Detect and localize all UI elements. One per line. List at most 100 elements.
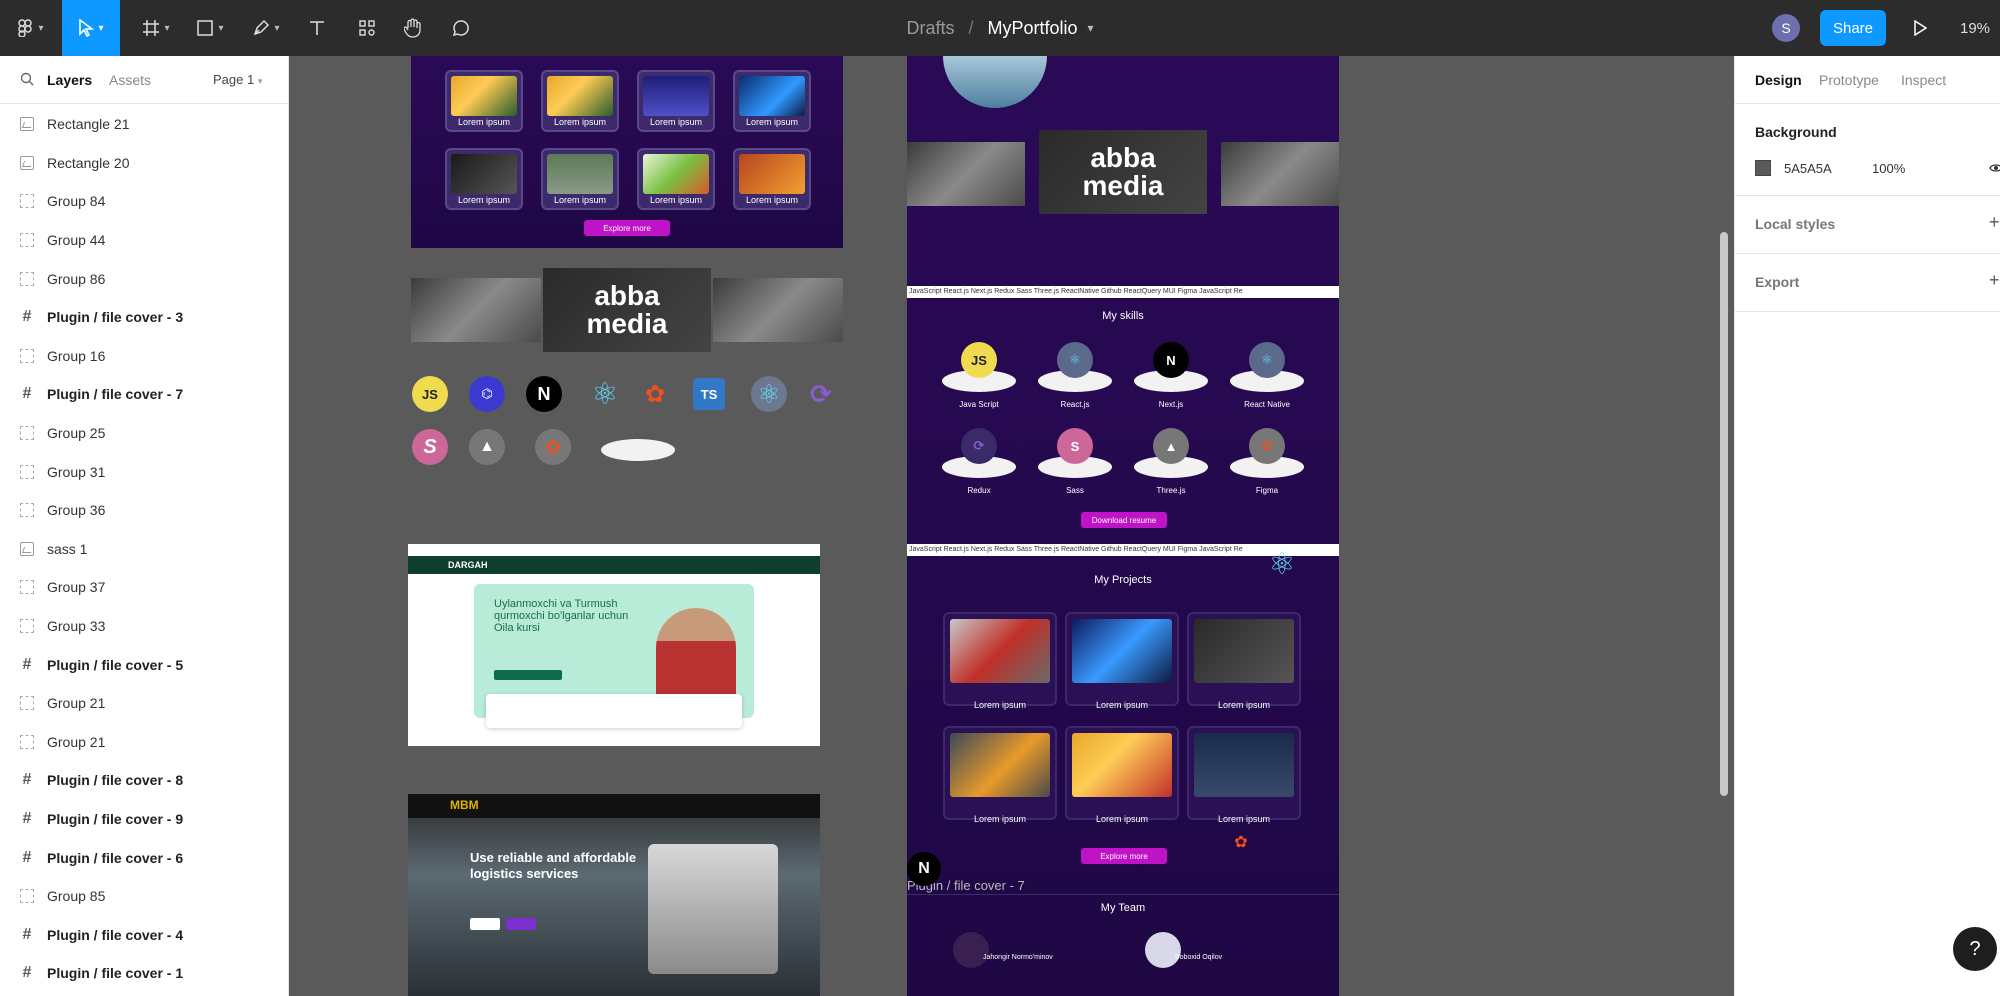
pen-tool-button[interactable]: ▾ — [244, 0, 288, 56]
hand-tool-button[interactable] — [396, 0, 430, 56]
mbm-secondary-button[interactable] — [506, 918, 536, 930]
zoom-level[interactable]: 19% — [1960, 0, 1990, 56]
figma-icon[interactable]: ✿ — [535, 429, 571, 465]
project-image — [950, 733, 1050, 797]
main-menu-button[interactable]: ▾ — [10, 0, 50, 56]
react-native-icon[interactable]: ⚛ — [751, 376, 787, 412]
truck-image — [648, 844, 778, 974]
abba-logo-text: media — [586, 308, 668, 339]
mbm-primary-button[interactable] — [470, 918, 500, 930]
project-thumb[interactable]: Lorem ipsum — [445, 148, 523, 210]
react-icon[interactable]: ⚛ — [587, 376, 623, 412]
design-canvas[interactable]: Lorem ipsum Lorem ipsum Lorem ipsum Lore… — [289, 56, 1734, 996]
project-thumb[interactable]: Lorem ipsum — [637, 70, 715, 132]
canvas-scrollbar[interactable] — [1720, 232, 1728, 796]
share-button[interactable]: Share — [1820, 10, 1886, 46]
move-tool-button[interactable]: ▾ — [62, 0, 120, 56]
eye-icon[interactable] — [1989, 162, 2000, 174]
layer-row[interactable]: # Plugin / file cover - 8 — [0, 761, 288, 800]
background-swatch[interactable] — [1755, 160, 1771, 176]
shape-tool-button[interactable]: ▾ — [188, 0, 232, 56]
nextjs-icon[interactable]: N — [526, 376, 562, 412]
layer-row[interactable]: Group 36 — [0, 491, 288, 530]
tab-layers[interactable]: Layers — [47, 72, 92, 88]
download-resume-button[interactable]: Download resume — [1081, 512, 1167, 528]
tab-assets[interactable]: Assets — [109, 72, 151, 88]
layer-row[interactable]: Group 37 — [0, 568, 288, 607]
abba-logo-text: abba — [1090, 142, 1156, 173]
layer-row[interactable]: Group 84 — [0, 182, 288, 221]
text-tool-button[interactable] — [300, 0, 334, 56]
project-card[interactable] — [943, 612, 1057, 706]
layer-row[interactable]: # Plugin / file cover - 9 — [0, 800, 288, 839]
layer-row[interactable]: Group 44 — [0, 221, 288, 260]
project-card[interactable] — [1187, 726, 1301, 820]
layer-row[interactable]: # Plugin / file cover - 6 — [0, 838, 288, 877]
background-opacity-input[interactable]: 100% — [1872, 161, 1905, 176]
layer-row[interactable]: Group 85 — [0, 877, 288, 916]
layer-row[interactable]: Group 21 — [0, 684, 288, 723]
artboard-projects-grid[interactable]: Lorem ipsum Lorem ipsum Lorem ipsum Lore… — [411, 56, 843, 248]
pedestal-shape[interactable] — [601, 439, 675, 461]
layer-row[interactable]: Group 31 — [0, 452, 288, 491]
explore-more-button[interactable]: Explore more — [1081, 848, 1167, 864]
help-button[interactable]: ? — [1953, 927, 1997, 971]
layer-row[interactable]: Group 16 — [0, 337, 288, 376]
javascript-icon[interactable]: JS — [412, 376, 448, 412]
frame-tool-button[interactable]: ▾ — [134, 0, 178, 56]
artboard-dargah[interactable]: DARGAH Uylanmoxchi va Turmush qurmoxchi … — [408, 544, 820, 746]
typescript-icon[interactable]: TS — [693, 378, 725, 410]
add-style-icon[interactable]: + — [1989, 212, 2000, 233]
project-card[interactable] — [1187, 612, 1301, 706]
artboard-mbm-logistics[interactable]: MBM Use reliable and affordable logistic… — [408, 794, 820, 996]
layer-row[interactable]: # Plugin / file cover - 5 — [0, 645, 288, 684]
project-thumb[interactable]: Lorem ipsum — [733, 70, 811, 132]
explore-more-button[interactable]: Explore more — [584, 220, 670, 236]
figma-icon[interactable]: ✿ — [637, 376, 673, 412]
layer-row[interactable]: # Plugin / file cover - 1 — [0, 954, 288, 993]
chevron-down-icon[interactable]: ▾ — [1088, 21, 1094, 35]
threejs-icon[interactable]: ▲ — [469, 429, 505, 465]
artboard-portfolio[interactable]: abba media JavaScript React.js Next.js Re… — [907, 56, 1339, 996]
layer-row[interactable]: Group 86 — [0, 259, 288, 298]
dargah-cta-button[interactable] — [494, 670, 562, 680]
tab-design[interactable]: Design — [1755, 72, 1802, 88]
layer-row[interactable]: Group 33 — [0, 607, 288, 646]
react-icon[interactable]: ⚛ — [1264, 546, 1300, 582]
layer-row[interactable]: Rectangle 21 — [0, 105, 288, 144]
layer-row[interactable]: Group 21 — [0, 723, 288, 762]
figma-icon[interactable]: ✿ — [1229, 830, 1253, 854]
layer-row[interactable]: # Plugin / file cover - 4 — [0, 915, 288, 954]
layer-row[interactable]: sass 1 — [0, 530, 288, 569]
project-thumb[interactable]: Lorem ipsum — [541, 70, 619, 132]
project-thumb[interactable]: Lorem ipsum — [541, 148, 619, 210]
project-card[interactable] — [1065, 726, 1179, 820]
avatar[interactable]: S — [1772, 14, 1800, 42]
page-selector[interactable]: Page 1 ▾ — [213, 72, 262, 87]
search-icon[interactable] — [20, 72, 34, 86]
project-thumb[interactable]: Lorem ipsum — [733, 148, 811, 210]
sass-icon[interactable]: S — [412, 429, 448, 465]
layer-row[interactable]: # Plugin / file cover - 7 — [0, 375, 288, 414]
abba-logo-text: abba — [594, 280, 660, 311]
background-hex-input[interactable]: 5A5A5A — [1784, 161, 1832, 176]
background-section: Background 5A5A5A 100% — [1735, 104, 2000, 196]
project-card[interactable] — [1065, 612, 1179, 706]
github-icon[interactable]: ⌬ — [469, 376, 505, 412]
project-card[interactable] — [943, 726, 1057, 820]
breadcrumb-drafts[interactable]: Drafts — [906, 18, 954, 39]
nextjs-icon[interactable]: N — [907, 852, 941, 886]
add-export-icon[interactable]: + — [1989, 270, 2000, 291]
layer-row[interactable]: # Plugin / file cover - 3 — [0, 298, 288, 337]
present-button[interactable] — [1906, 14, 1934, 42]
redux-icon[interactable]: ⟳ — [803, 376, 839, 412]
layer-row[interactable]: Group 25 — [0, 414, 288, 453]
tab-inspect[interactable]: Inspect — [1901, 72, 1946, 88]
project-thumb[interactable]: Lorem ipsum — [445, 70, 523, 132]
comment-tool-button[interactable] — [444, 0, 478, 56]
resources-button[interactable] — [350, 0, 384, 56]
layer-row[interactable]: Rectangle 20 — [0, 144, 288, 183]
project-thumb[interactable]: Lorem ipsum — [637, 148, 715, 210]
tab-prototype[interactable]: Prototype — [1819, 72, 1879, 88]
file-name[interactable]: MyPortfolio — [987, 18, 1077, 39]
